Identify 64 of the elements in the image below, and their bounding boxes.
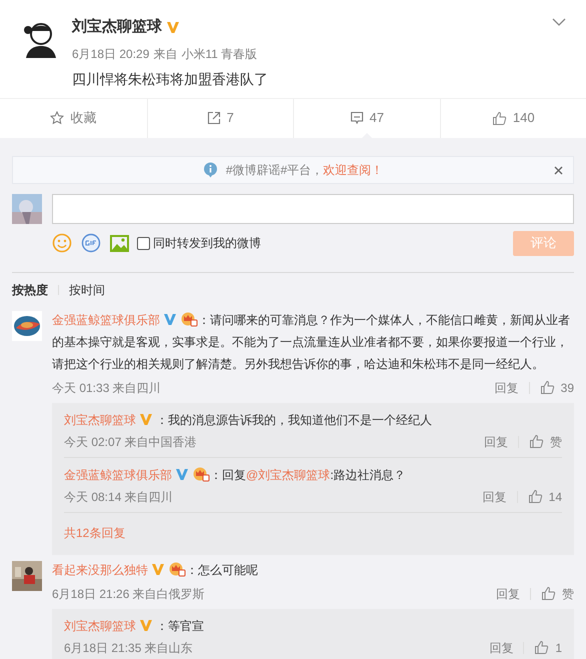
comment-time: 今天 08:14 来自四川	[64, 488, 173, 506]
action-button[interactable]: 140	[440, 98, 586, 138]
comment-icon	[350, 111, 364, 125]
thumbs-up-icon	[492, 110, 507, 126]
comment-input[interactable]	[52, 194, 574, 224]
like-button[interactable]: 14	[528, 488, 562, 506]
comment-text: 金强蓝鲸篮球俱乐部 ：回复@刘宝杰聊篮球:路边社消息？	[64, 464, 407, 484]
reply-button[interactable]: 回复	[494, 378, 519, 396]
close-icon[interactable]	[554, 166, 563, 174]
reply-button[interactable]: 回复	[496, 584, 520, 602]
thumbs-up-icon	[528, 489, 543, 504]
user-link[interactable]: 刘宝杰聊篮球	[64, 412, 136, 426]
comment-text: 刘宝杰聊篮球 ：我的消息源告诉我的，我知道他们不是一个经纪人	[64, 410, 433, 428]
star-icon	[50, 111, 64, 125]
verified-v-icon	[166, 20, 180, 34]
like-button[interactable]: 赞	[541, 584, 574, 602]
source-label: 来自	[153, 46, 178, 62]
sort-tab[interactable]: 按时间	[69, 280, 105, 298]
action-button[interactable]: 7	[146, 98, 293, 138]
notice-text: #微博辟谣#平台，	[226, 162, 324, 178]
reply-button[interactable]: 回复	[482, 488, 507, 506]
gif-icon[interactable]	[81, 233, 101, 253]
image-icon[interactable]	[110, 234, 129, 252]
thumbs-up-icon	[541, 586, 556, 601]
reply-button[interactable]: 回复	[484, 432, 508, 450]
info-icon	[202, 162, 218, 178]
comment-text: 看起来没那么独特 ：怎么可能呢	[52, 560, 259, 578]
verified-v-icon	[163, 312, 177, 326]
sort-tab[interactable]: 按热度	[12, 280, 48, 298]
smiley-icon[interactable]	[52, 233, 72, 253]
forward-checkbox[interactable]	[137, 236, 150, 250]
chevron-down-icon[interactable]	[552, 18, 566, 26]
like-button[interactable]: 赞	[529, 432, 562, 450]
thumbs-up-icon	[534, 640, 550, 655]
user-link[interactable]: 金强蓝鲸篮球俱乐部	[64, 468, 172, 482]
comment-time: 6月18日 21:35 来自山东	[64, 640, 193, 656]
forward-label: 同时转发到我的微博	[153, 235, 261, 252]
verified-v-icon	[175, 466, 189, 480]
mention-link[interactable]: @刘宝杰聊篮球	[246, 468, 330, 482]
author-name[interactable]: 刘宝杰聊篮球	[72, 16, 162, 38]
thumbs-up-icon	[529, 434, 544, 449]
source-link[interactable]: 小米11 青春版	[181, 44, 258, 62]
more-replies-link[interactable]: 共12条回复	[64, 526, 126, 540]
verified-v-icon	[139, 412, 153, 426]
user-link[interactable]: 刘宝杰聊篮球	[64, 618, 136, 632]
like-button[interactable]: 1	[534, 638, 562, 656]
user-link[interactable]: 看起来没那么独特	[52, 562, 148, 576]
action-button[interactable]: 收藏	[0, 98, 146, 138]
thumbs-up-icon	[540, 380, 555, 395]
notice-link[interactable]: 欢迎查阅！	[323, 160, 384, 178]
share-icon	[206, 111, 221, 125]
comment-time: 今天 02:07 来自中国香港	[64, 434, 197, 450]
comment-time: 今天 01:33 来自四川	[52, 380, 161, 396]
verified-v-icon	[139, 618, 153, 632]
comment-time: 6月18日 21:26 来自白俄罗斯	[52, 586, 205, 602]
verified-v-icon	[151, 562, 165, 576]
post-text: 四川悍将朱松玮将加盟香港队了	[72, 70, 268, 88]
action-button[interactable]: 47	[293, 98, 440, 138]
reply-button[interactable]: 回复	[489, 638, 514, 656]
user-link[interactable]: 金强蓝鲸篮球俱乐部	[52, 312, 160, 326]
comment-text: 金强蓝鲸篮球俱乐部 ：请问哪来的可靠消息？作为一个媒体人，不能信口雌黄，新闻从业者的基本操守就是客观，实事求是。不能为了一点流量连从业准者都不要，如果你要报道一个行业，请把这个行业的相关规则了解清楚。另外我想告诉你的事，哈达迪和朱松玮不是同一经纪人。	[52, 310, 571, 372]
like-button[interactable]: 39	[540, 378, 574, 396]
post-time[interactable]: 6月18日 20:29	[72, 44, 150, 62]
comment-text: 刘宝杰聊篮球 ：等官宣	[64, 616, 205, 634]
